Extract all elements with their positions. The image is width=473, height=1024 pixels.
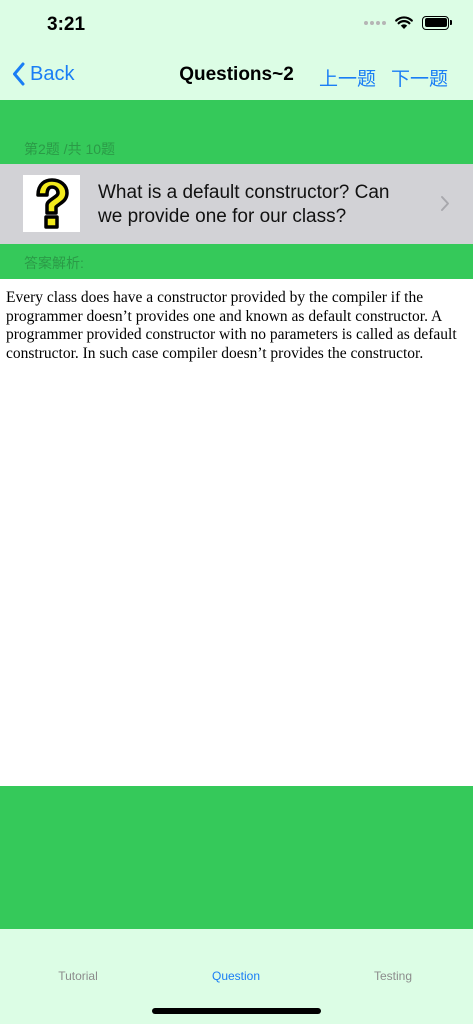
status-time: 3:21 [47, 14, 86, 35]
answer-header-label: 答案解析: [24, 255, 84, 271]
status-icons [364, 15, 452, 30]
back-label: Back [30, 62, 75, 85]
cellular-signal-icon [364, 20, 386, 25]
tab-question[interactable]: Question [176, 969, 296, 983]
battery-icon [422, 15, 452, 30]
navigation-bar: Back Questions~2 上一题 下一题 [0, 52, 473, 100]
back-button[interactable]: Back [12, 62, 74, 86]
question-progress-label: 第2题 /共 10题 [24, 141, 116, 157]
answer-section-header: 答案解析: [0, 244, 473, 279]
home-indicator[interactable] [152, 1008, 321, 1014]
tab-tutorial[interactable]: Tutorial [18, 969, 138, 983]
question-mark-icon [23, 175, 80, 232]
question-text: What is a default constructor? Can we pr… [98, 182, 390, 227]
previous-question-button[interactable]: 上一题 [319, 64, 376, 91]
question-row[interactable]: What is a default constructor? Can we pr… [0, 164, 473, 244]
answer-text: Every class does have a constructor prov… [6, 289, 457, 362]
question-section-header: 第2题 /共 10题 [0, 100, 473, 164]
bottom-banner-area [0, 786, 473, 929]
status-bar: 3:21 [0, 0, 473, 52]
tab-testing[interactable]: Testing [333, 969, 453, 983]
chevron-left-icon [13, 62, 25, 86]
next-question-button[interactable]: 下一题 [391, 64, 448, 91]
chevron-right-icon [441, 196, 449, 211]
wifi-icon [395, 16, 413, 29]
